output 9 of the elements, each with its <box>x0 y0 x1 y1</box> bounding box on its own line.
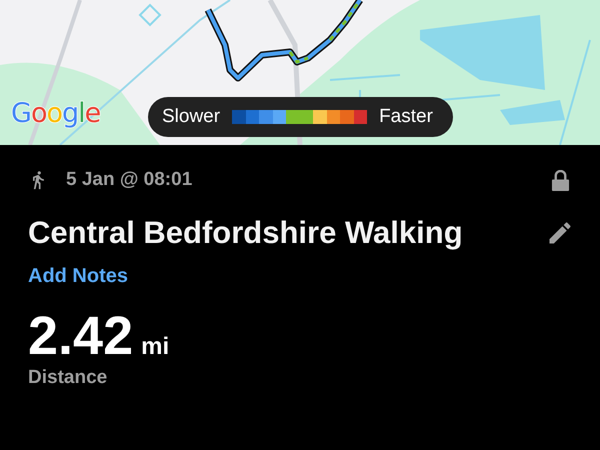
distance-label: Distance <box>28 366 108 389</box>
legend-label: Slower <box>162 106 220 128</box>
add-notes-link[interactable]: Add Notes <box>28 265 128 288</box>
distance-unit: mi <box>141 333 170 361</box>
map-logo: Google <box>11 98 100 129</box>
legend-label: Faster <box>379 106 433 128</box>
distance-value: 2.42 <box>28 308 134 365</box>
activity-date: 5 Jan @ 08:01 <box>66 169 192 191</box>
activity-title: Central Bedfordshire Walking <box>28 215 463 251</box>
